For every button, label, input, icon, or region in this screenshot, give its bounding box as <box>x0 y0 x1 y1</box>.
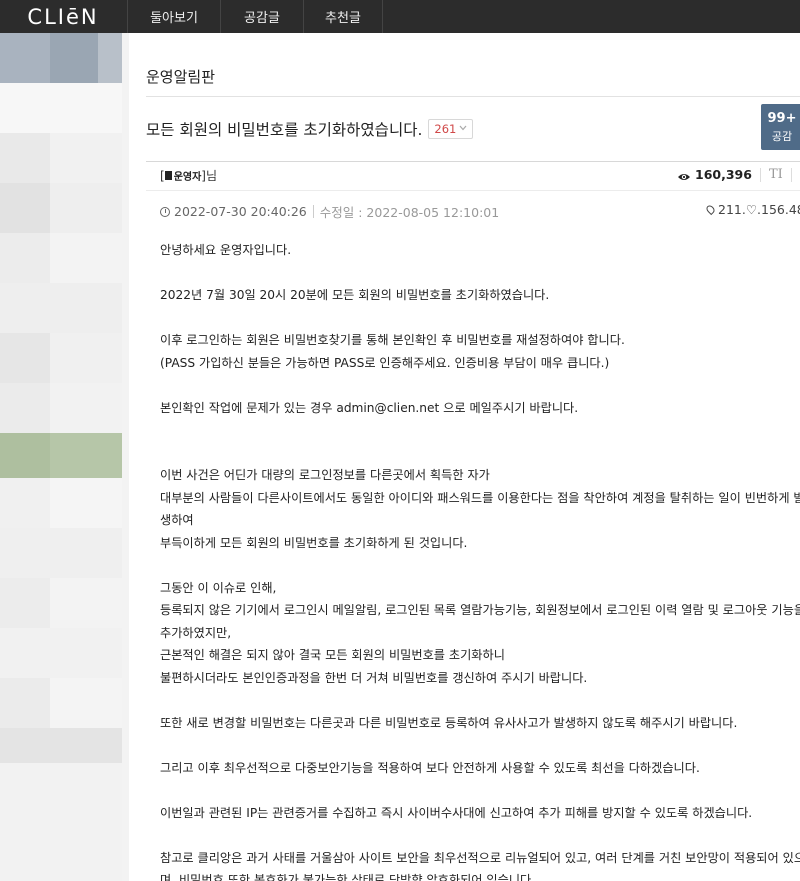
body-line: 등록되지 않은 기기에서 로그인시 메일알림, 로그인된 목록 열람가능기능, … <box>160 603 800 617</box>
admin-badge-icon <box>164 171 172 180</box>
top-navigation-bar: CLIēN 둘아보기 공감글 추천글 <box>0 0 800 33</box>
comment-count-badge[interactable]: 261 <box>428 119 474 139</box>
body-line: 또한 새로 변경할 비밀번호는 다른곳과 다른 비밀번호로 등록하여 유사사고가… <box>160 715 738 730</box>
site-logo[interactable]: CLIēN <box>0 0 126 33</box>
body-line: 안녕하세요 운영자입니다. <box>160 243 292 257</box>
like-button[interactable]: 99+ 공감 <box>761 104 800 150</box>
chevron-down-icon <box>459 124 467 134</box>
body-spacer <box>160 442 800 465</box>
ip-address: 211.♡.156.48 <box>718 202 800 217</box>
admin-tag: 운영자 <box>164 168 202 183</box>
body-spacer <box>160 779 800 802</box>
font-size-icon[interactable]: TI <box>769 167 783 182</box>
body-spacer <box>160 262 800 285</box>
body-line: 대부분의 사람들이 다른사이트에서도 동일한 아이디와 패스워드를 이용한다는 … <box>160 490 800 505</box>
sidebar-blurred <box>0 33 122 881</box>
body-line: 2022년 7월 30일 20시 20분에 모든 회원의 비밀번호를 초기화하였… <box>160 288 550 302</box>
body-line: 근본적인 해결은 되지 않아 결국 모든 회원의 비밀번호를 초기화하니 <box>160 648 505 662</box>
clien-logo-icon: CLIēN <box>27 6 98 28</box>
body-line: 이번 사건은 어딘가 대량의 로그인정보를 다른곳에서 획득한 자가 <box>160 468 490 482</box>
author-tag-text: 운영자 <box>173 172 202 183</box>
location-pin-icon <box>704 203 717 216</box>
body-line: 본인확인 작업에 문제가 있는 경우 admin@clien.net 으로 메일… <box>160 400 579 415</box>
like-count: 99+ <box>767 111 797 126</box>
clock-icon <box>160 206 170 217</box>
body-line: 이후 로그인하는 회원은 비밀번호찾기를 통해 본인확인 후 비밀번호를 재설정… <box>160 333 625 347</box>
divider <box>146 190 800 191</box>
post-title-text: 모든 회원의 비밀번호를 초기화하였습니다. <box>146 121 423 139</box>
nav-empathy-posts[interactable]: 공감글 <box>220 0 303 33</box>
eye-icon <box>677 170 691 180</box>
comment-count: 261 <box>434 122 457 136</box>
body-line: 그리고 이후 최우선적으로 다중보안기능을 적용하여 보다 안전하게 사용할 수… <box>160 760 700 775</box>
post-dates: 2022-07-30 20:40:26 수정일 : 2022-08-05 12:… <box>160 202 499 221</box>
divider <box>312 205 314 218</box>
body-spacer <box>160 734 800 757</box>
post-author[interactable]: [ 운영자 ] 님 <box>160 167 217 184</box>
sidebar-pixelated-image <box>0 33 122 881</box>
body-spacer <box>160 824 800 847</box>
post-body: 안녕하세요 운영자입니다. 2022년 7월 30일 20시 20분에 모든 회… <box>160 239 800 881</box>
body-line: 추가하였지만, <box>160 625 232 640</box>
body-line: 불편하시더라도 본인인증과정을 한번 더 거쳐 비밀번호를 갱신하여 주시기 바… <box>160 670 588 685</box>
body-line: 며, 비밀번호 또한 복호화가 불가능한 상태로 단방향 암호화되어 있습니다. <box>160 873 536 881</box>
body-line: 참고로 클리앙은 과거 사태를 거울삼아 사이트 보안을 최우선적으로 리뉴얼되… <box>160 850 800 865</box>
author-suffix: 님 <box>205 169 218 183</box>
modified-date: 수정일 : 2022-08-05 12:10:01 <box>319 205 500 220</box>
divider <box>146 161 800 162</box>
body-spacer <box>160 554 800 577</box>
nav-recommended-posts[interactable]: 추천글 <box>303 0 383 33</box>
body-spacer <box>160 307 800 330</box>
divider <box>790 167 792 182</box>
board-title[interactable]: 운영알림판 <box>146 66 215 87</box>
body-spacer <box>160 374 800 397</box>
divider <box>759 167 761 182</box>
post-ip: 211.♡.156.48 <box>704 202 800 217</box>
body-line: 이번일과 관련된 IP는 관련증거를 수집하고 즉시 사이버수사대에 신고하여 … <box>160 805 753 820</box>
body-spacer <box>160 689 800 712</box>
post-date: 2022-07-30 20:40:26 <box>174 204 307 219</box>
svg-text:CLIēN: CLIēN <box>27 6 98 28</box>
body-line: (PASS 가입하신 분들은 가능하면 PASS로 인증해주세요. 인증비용 부… <box>160 355 610 370</box>
body-line: 부득이하게 모든 회원의 비밀번호를 초기화하게 된 것입니다. <box>160 535 468 550</box>
post-meta-right: 160,396 TI <box>677 167 800 182</box>
body-spacer <box>160 419 800 442</box>
body-line: 생하여 <box>160 513 194 527</box>
post-title: 모든 회원의 비밀번호를 초기화하였습니다. 261 <box>146 118 474 140</box>
post-panel: 운영알림판 모든 회원의 비밀번호를 초기화하였습니다. 261 99+ 공감 … <box>129 33 800 881</box>
view-count: 160,396 <box>695 167 752 182</box>
nav-browse[interactable]: 둘아보기 <box>127 0 220 33</box>
body-line: 그동안 이 이슈로 인해, <box>160 580 277 595</box>
like-label: 공감 <box>771 130 793 143</box>
divider <box>146 96 800 97</box>
